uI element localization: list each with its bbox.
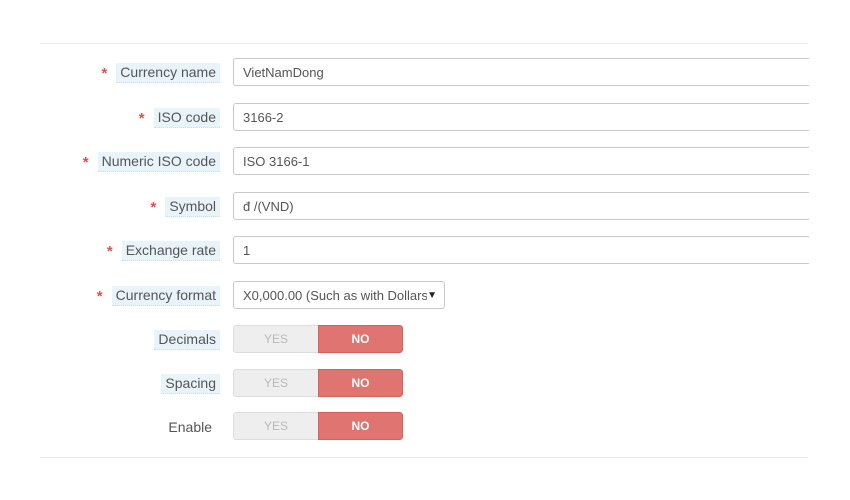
symbol-input[interactable] (233, 192, 809, 220)
decimals-yes-option[interactable]: YES (233, 325, 318, 353)
decimals-label-text: Decimals (154, 330, 220, 350)
currency-format-row: * Currency format X0,000.00 (Such as wit… (0, 281, 850, 311)
spacing-label-text: Spacing (161, 374, 220, 394)
currency-name-input[interactable] (233, 58, 809, 86)
exchange-rate-row: * Exchange rate (0, 236, 850, 266)
currency-format-label: * Currency format (97, 281, 220, 311)
spacing-toggle: YES NO (233, 369, 403, 397)
required-marker: * (150, 198, 157, 216)
decimals-row: Decimals YES NO (0, 325, 850, 355)
enable-yes-option[interactable]: YES (233, 412, 318, 440)
bottom-divider (40, 457, 808, 458)
currency-format-select[interactable]: X0,000.00 (Such as with Dollars) ▼ (233, 281, 445, 309)
enable-no-option[interactable]: NO (318, 412, 403, 440)
currency-name-label-text: Currency name (116, 63, 220, 83)
required-marker: * (106, 242, 113, 260)
currency-format-label-text: Currency format (111, 286, 220, 306)
caret-down-icon: ▼ (427, 290, 437, 301)
spacing-yes-option[interactable]: YES (233, 369, 318, 397)
required-marker: * (96, 287, 103, 305)
symbol-row: * Symbol (0, 192, 850, 222)
decimals-label: Decimals (154, 325, 220, 355)
spacing-no-option[interactable]: NO (318, 369, 403, 397)
currency-format-selected-value: X0,000.00 (Such as with Dollars) (243, 287, 427, 303)
required-marker: * (82, 153, 89, 171)
iso-code-row: * ISO code (0, 103, 850, 133)
decimals-no-option[interactable]: NO (318, 325, 403, 353)
currency-name-label: * Currency name (101, 58, 220, 88)
numeric-iso-code-label: * Numeric ISO code (83, 147, 220, 177)
exchange-rate-label: * Exchange rate (107, 236, 220, 266)
spacing-label: Spacing (161, 369, 220, 399)
top-divider (40, 43, 808, 44)
iso-code-label: * ISO code (139, 103, 220, 133)
numeric-iso-code-input[interactable] (233, 147, 809, 175)
currency-name-row: * Currency name (0, 58, 850, 88)
symbol-label-text: Symbol (165, 197, 220, 217)
numeric-iso-code-row: * Numeric ISO code (0, 147, 850, 177)
enable-label-text: Enable (168, 418, 212, 435)
numeric-iso-code-label-text: Numeric ISO code (97, 152, 220, 172)
enable-row: Enable YES NO (0, 412, 850, 442)
spacing-row: Spacing YES NO (0, 369, 850, 399)
enable-label: Enable (164, 412, 220, 442)
enable-toggle: YES NO (233, 412, 403, 440)
exchange-rate-input[interactable] (233, 236, 809, 264)
exchange-rate-label-text: Exchange rate (121, 241, 220, 261)
required-marker: * (138, 109, 145, 127)
iso-code-label-text: ISO code (153, 108, 220, 128)
symbol-label: * Symbol (150, 192, 220, 222)
decimals-toggle: YES NO (233, 325, 403, 353)
iso-code-input[interactable] (233, 103, 809, 131)
required-marker: * (101, 64, 108, 82)
